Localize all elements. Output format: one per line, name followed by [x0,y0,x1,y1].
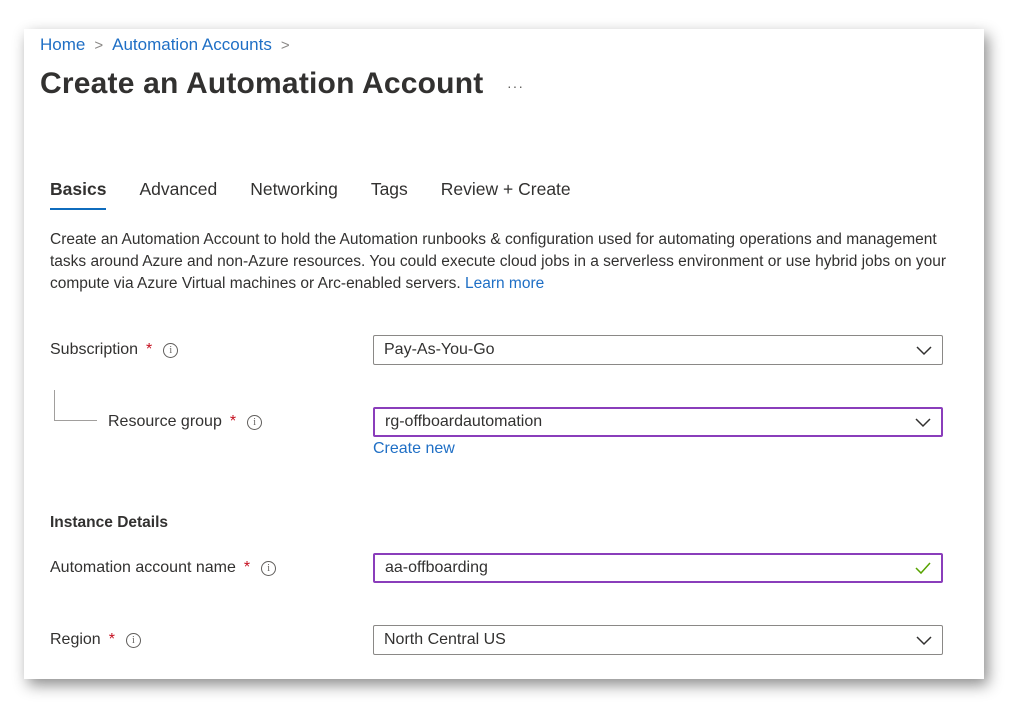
breadcrumb: Home > Automation Accounts > [40,35,299,55]
tab-bar: Basics Advanced Networking Tags Review +… [50,179,604,210]
breadcrumb-separator: > [94,36,104,54]
subscription-value: Pay-As-You-Go [384,341,495,358]
tab-tags[interactable]: Tags [371,179,408,210]
breadcrumb-automation-accounts-link[interactable]: Automation Accounts [112,35,272,55]
resource-group-dropdown[interactable]: rg-offboardautomation [373,407,943,437]
region-dropdown[interactable]: North Central US [373,625,943,655]
subscription-label-row: Subscription * i [50,341,179,359]
breadcrumb-separator: > [280,36,290,54]
required-asterisk: * [243,559,251,576]
subscription-dropdown[interactable]: Pay-As-You-Go [373,335,943,365]
more-options-button[interactable]: ··· [507,78,524,94]
chevron-down-icon [916,346,932,356]
tab-networking[interactable]: Networking [250,179,338,210]
resource-group-value: rg-offboardautomation [385,413,543,430]
account-name-input[interactable]: aa-offboarding [373,553,943,583]
info-icon[interactable]: i [261,560,277,576]
page-description: Create an Automation Account to hold the… [50,229,950,295]
learn-more-link[interactable]: Learn more [465,275,544,292]
tab-basics[interactable]: Basics [50,179,107,210]
breadcrumb-home-link[interactable]: Home [40,35,85,55]
tab-advanced[interactable]: Advanced [139,179,217,210]
region-label: Region [50,631,101,648]
chevron-down-icon [916,636,932,646]
resource-group-label: Resource group [108,413,222,430]
chevron-down-icon [915,418,931,428]
checkmark-icon [915,562,931,575]
create-automation-account-panel: Home > Automation Accounts > Create an A… [24,29,984,679]
instance-details-heading: Instance Details [50,514,169,531]
tree-connector-line [54,390,97,421]
create-new-resource-group-link[interactable]: Create new [373,440,455,458]
region-value: North Central US [384,631,506,648]
account-name-value: aa-offboarding [385,559,488,576]
account-name-label-row: Automation account name * i [50,559,277,577]
resource-group-label-row: Resource group * i [108,413,263,431]
required-asterisk: * [146,341,153,358]
required-asterisk: * [229,413,237,430]
info-icon[interactable]: i [125,632,141,648]
page-title: Create an Automation Account [40,67,484,100]
tab-review-create[interactable]: Review + Create [441,179,571,210]
account-name-label: Automation account name [50,559,236,576]
info-icon[interactable]: i [163,342,179,358]
required-asterisk: * [108,631,115,648]
subscription-label: Subscription [50,341,139,358]
info-icon[interactable]: i [247,414,263,430]
region-label-row: Region * i [50,631,141,649]
